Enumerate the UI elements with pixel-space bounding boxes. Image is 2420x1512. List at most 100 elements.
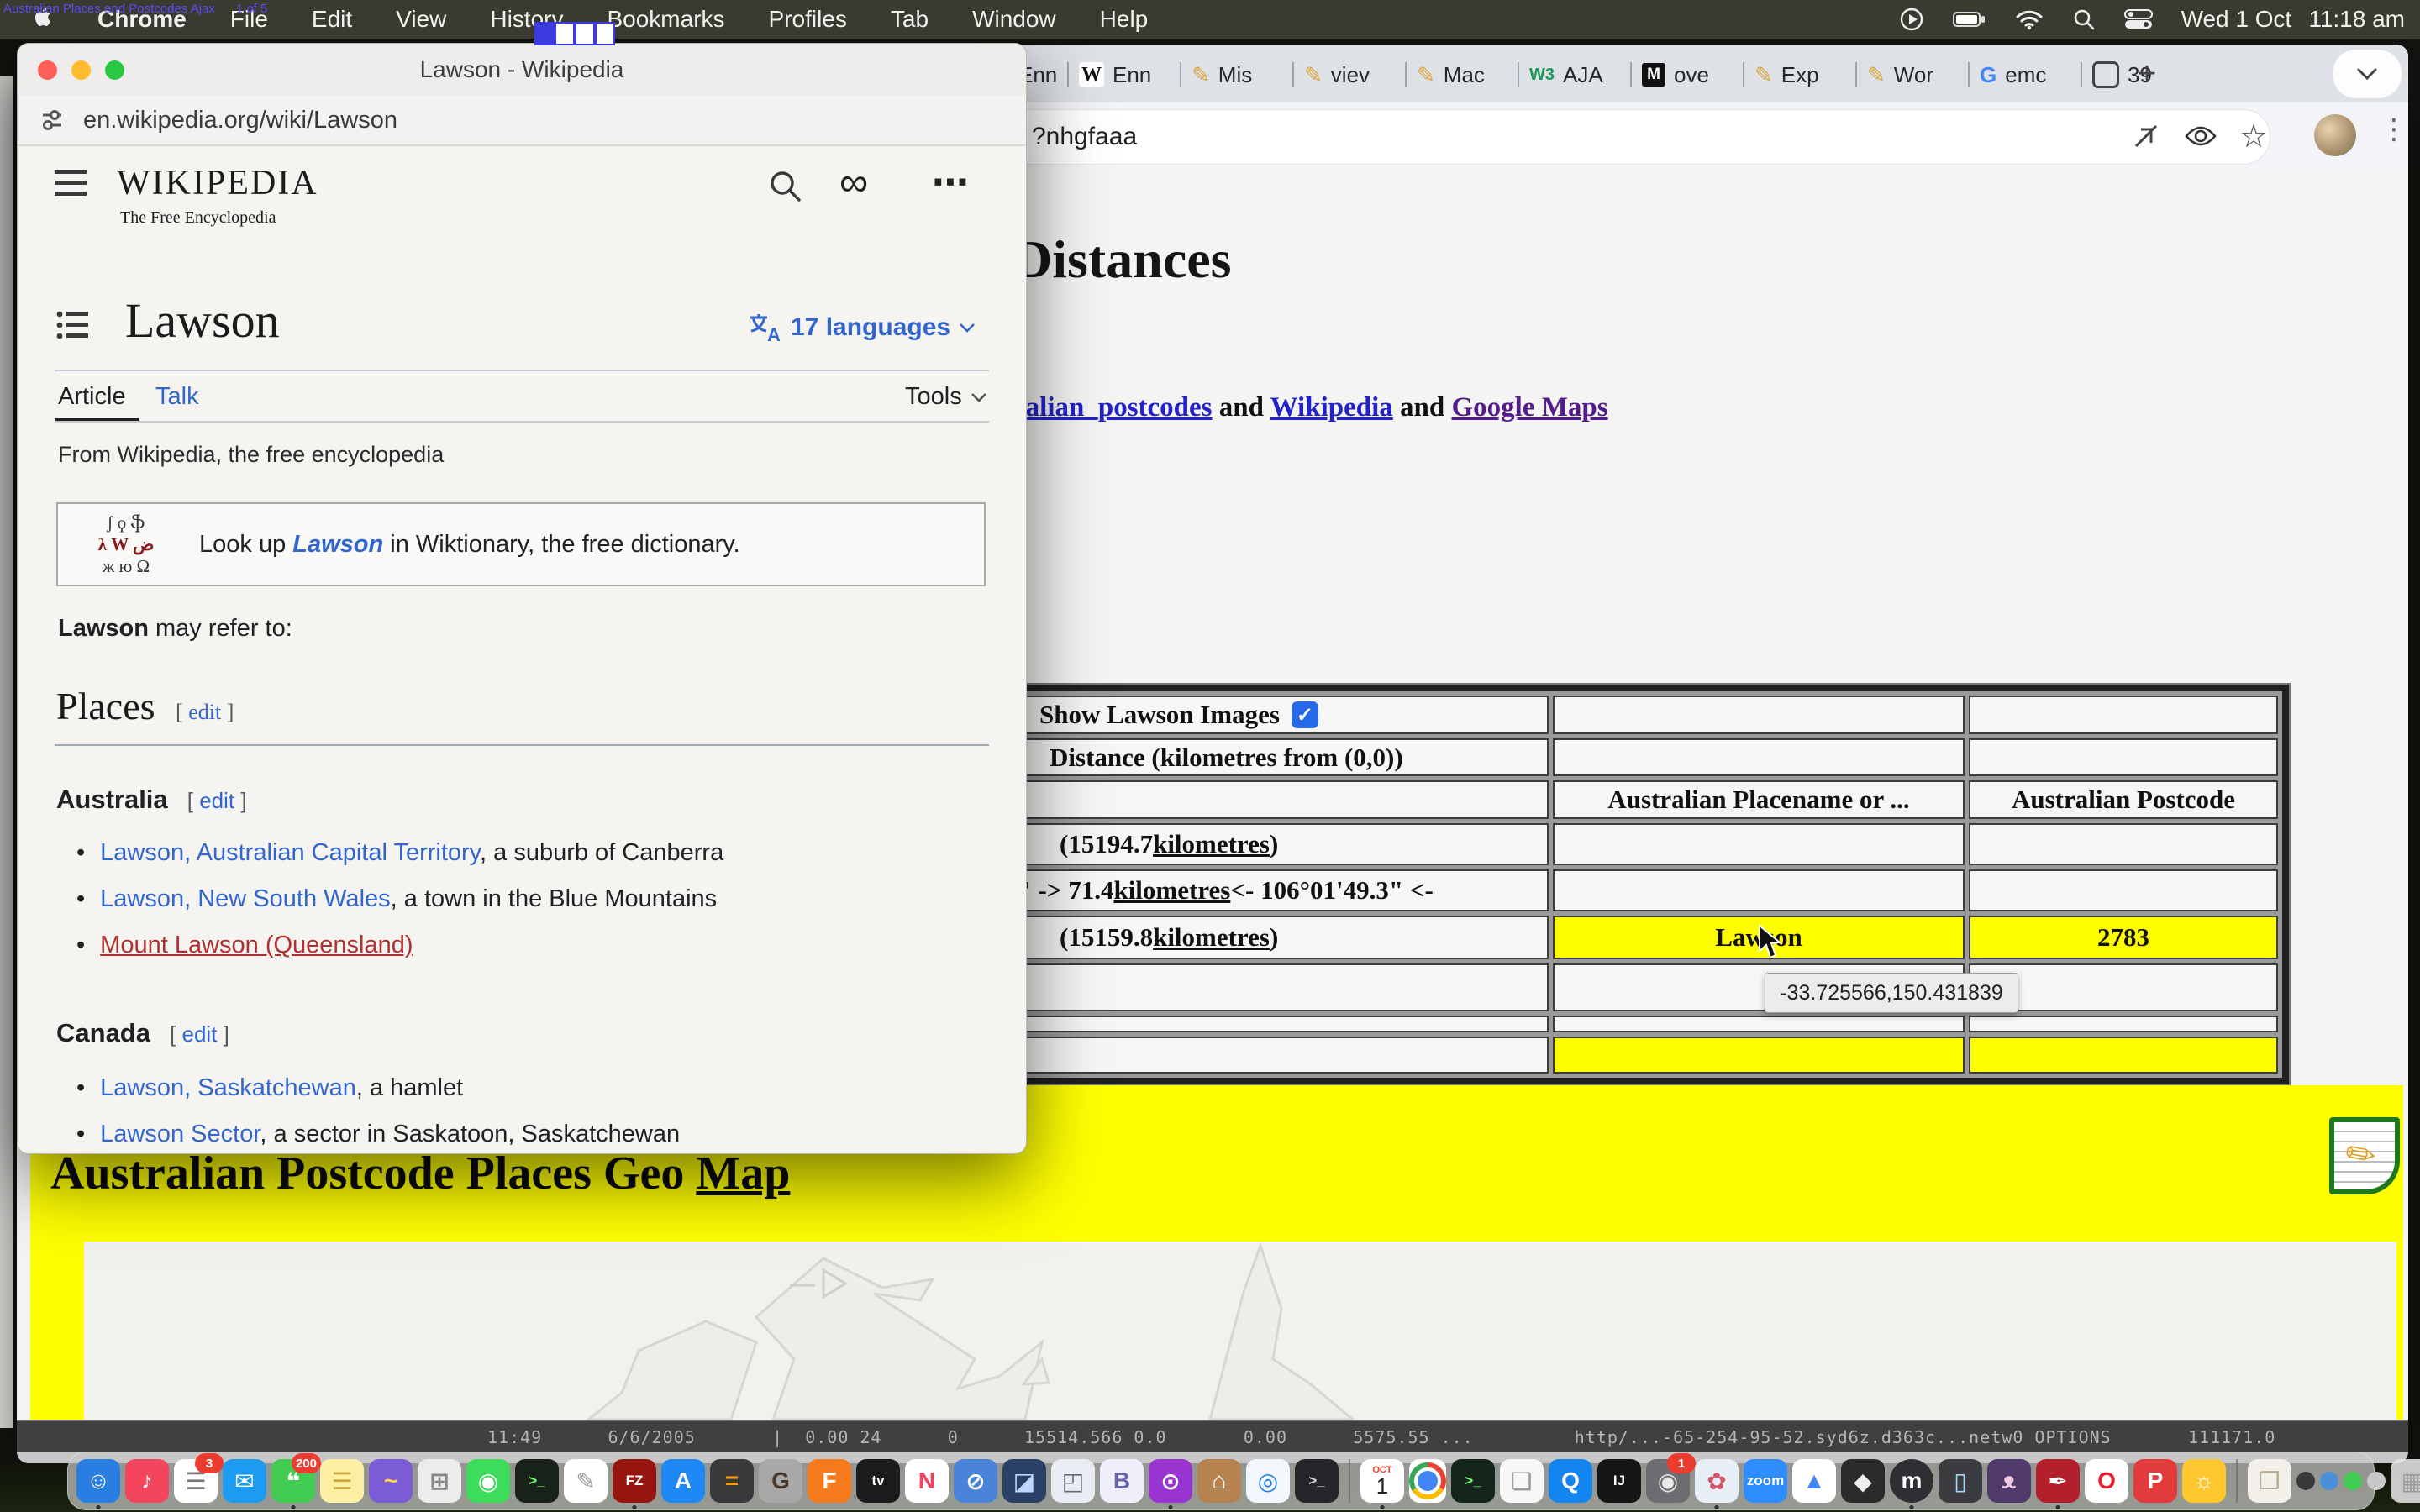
address-bar[interactable]: [966, 109, 2270, 165]
wifi-icon[interactable]: [2015, 8, 2044, 30]
dock-item-chrome[interactable]: [1409, 1459, 1446, 1503]
browser-tab-wor[interactable]: ✎Wor: [1857, 52, 1968, 97]
control-center-icon[interactable]: [2124, 9, 2153, 29]
menubar-menu-window[interactable]: Window: [972, 6, 1056, 33]
geo-map-canvas[interactable]: [84, 1242, 2396, 1420]
profile-avatar[interactable]: [2314, 114, 2356, 156]
kilometres-link[interactable]: kilometres: [1153, 829, 1270, 859]
browser-tab-enn[interactable]: WEnn: [1069, 52, 1180, 97]
dock-item-iphone-mirroring[interactable]: ▯: [1939, 1459, 1982, 1503]
dock-item-gimp[interactable]: G: [759, 1459, 802, 1503]
battery-icon[interactable]: [1953, 11, 1986, 28]
dock-item-podcasts[interactable]: ⊙: [1149, 1459, 1192, 1503]
dock-item-launchpad[interactable]: ⊞: [418, 1459, 461, 1503]
chrome-menu-icon[interactable]: ⋮: [2380, 113, 2408, 146]
extension-disabled-icon[interactable]: [2128, 118, 2165, 155]
screen-mirroring-icon[interactable]: [1899, 7, 1924, 32]
menubar-date[interactable]: Wed 1 Oct: [2181, 6, 2292, 33]
dock-item-downloads-folder[interactable]: ❒: [2248, 1459, 2291, 1503]
browser-tab-ove[interactable]: Move: [1632, 52, 1743, 97]
dock-item-mini-window-3[interactable]: [2344, 1472, 2362, 1490]
dock-item-mini-window-2[interactable]: [2320, 1472, 2338, 1490]
popup-titlebar[interactable]: Lawson - Wikipedia: [18, 44, 1026, 97]
menubar-menu-edit[interactable]: Edit: [312, 6, 352, 33]
more-options-icon[interactable]: ⋯: [932, 161, 969, 204]
tab-article[interactable]: Article: [58, 383, 126, 411]
article-link-mount-lawson-queensland-[interactable]: Mount Lawson (Queensland): [100, 932, 413, 958]
tools-menu[interactable]: Tools: [905, 383, 987, 411]
dock-item-mattermost[interactable]: m: [1890, 1459, 1933, 1503]
new-tab-button[interactable]: +: [2138, 61, 2156, 87]
dock-item-facetime[interactable]: ◉: [466, 1459, 510, 1503]
dock-item-safari[interactable]: ◎: [1246, 1459, 1290, 1503]
table-of-contents-icon[interactable]: [56, 309, 90, 345]
article-link-lawson-new-south-wales[interactable]: Lawson, New South Wales: [100, 885, 390, 912]
dock-item-files-brown[interactable]: ⌂: [1197, 1459, 1241, 1503]
dock-item-media-wave[interactable]: ~: [369, 1459, 413, 1503]
dock-item-notes[interactable]: ☰: [320, 1459, 364, 1503]
dock-item-intellij[interactable]: IJ: [1597, 1459, 1641, 1503]
dock-item-quicktime[interactable]: Q: [1549, 1459, 1592, 1503]
wikipedia-wordmark[interactable]: WIKIPEDIA: [117, 163, 318, 203]
edit-australia-link[interactable]: edit: [199, 788, 234, 813]
menubar-menu-bookmarks[interactable]: Bookmarks: [607, 6, 724, 33]
article-link-lawson-sector[interactable]: Lawson Sector: [100, 1121, 260, 1147]
dock-item-app-store[interactable]: A: [661, 1459, 705, 1503]
dock-item-messages[interactable]: ❝200: [271, 1459, 315, 1503]
dock-item-textedit[interactable]: ✎: [564, 1459, 608, 1503]
minimize-window-button[interactable]: [71, 60, 91, 80]
dock-item-photos-dark[interactable]: ◪: [1002, 1459, 1046, 1503]
dock-item-terminal-dark[interactable]: >_: [1295, 1459, 1339, 1503]
edit-places-link[interactable]: edit: [188, 700, 221, 724]
dock-item-maps[interactable]: ▲: [1792, 1459, 1836, 1503]
wiktionary-lawson-link[interactable]: Lawson: [292, 531, 383, 558]
kilometres-link[interactable]: kilometres: [1113, 875, 1230, 906]
infinity-icon[interactable]: ∞: [839, 160, 868, 206]
dock-item-paint-palette[interactable]: ✿: [1695, 1459, 1739, 1503]
article-link-lawson-australian-capital-territory[interactable]: Lawson, Australian Capital Territory: [100, 839, 480, 866]
browser-tab-mis[interactable]: ✎Mis: [1181, 52, 1292, 97]
dock-item-dictionary-red[interactable]: ✒: [2036, 1459, 2080, 1503]
dock-item-opera[interactable]: O: [2085, 1459, 2128, 1503]
dock-item-mini-window-4[interactable]: [2367, 1472, 2386, 1490]
dock-item-filezilla[interactable]: FZ: [613, 1459, 656, 1503]
dock-item-bbedit[interactable]: B: [1100, 1459, 1144, 1503]
kilometres-link[interactable]: kilometres: [1153, 922, 1270, 953]
tab-overflow-button[interactable]: [2333, 50, 2402, 98]
menubar-menu-help[interactable]: Help: [1100, 6, 1149, 33]
dock-item-no-sign[interactable]: ⊘: [954, 1459, 997, 1503]
show-images-checkbox[interactable]: ✓: [1292, 701, 1318, 728]
zoom-window-button[interactable]: [105, 60, 124, 80]
map-link[interactable]: Map: [696, 1147, 790, 1200]
site-settings-icon[interactable]: [39, 108, 65, 133]
page-link-google-maps[interactable]: Google Maps: [1451, 392, 1607, 423]
menubar-menu-profiles[interactable]: Profiles: [769, 6, 847, 33]
browser-tab-mac[interactable]: ✎Mac: [1407, 52, 1518, 97]
article-link-lawson-saskatchewan[interactable]: Lawson, Saskatchewan: [100, 1074, 356, 1101]
dock-item-firefox[interactable]: F: [808, 1459, 851, 1503]
postcode-value-cell[interactable]: 2783: [1969, 916, 2278, 959]
main-menu-icon[interactable]: [55, 170, 87, 202]
languages-selector[interactable]: A 17 languages: [749, 312, 976, 343]
dock-item-music[interactable]: ♪: [125, 1459, 169, 1503]
dock-item-inkscape[interactable]: ◆: [1841, 1459, 1885, 1503]
dock-item-camera[interactable]: ◉1: [1646, 1459, 1690, 1503]
search-icon[interactable]: [767, 168, 802, 207]
page-link-wikipedia[interactable]: Wikipedia: [1270, 392, 1393, 423]
dock-item-finder[interactable]: ☺: [76, 1459, 120, 1503]
bookmark-star-icon[interactable]: ☆: [2235, 118, 2272, 155]
reading-mode-eye-icon[interactable]: [2182, 118, 2219, 155]
dock-item-mail[interactable]: ✉: [223, 1459, 266, 1503]
dock-item-photos-lock[interactable]: P: [2133, 1459, 2177, 1503]
dock-item-cat-app[interactable]: ᴥ: [1987, 1459, 2031, 1503]
dock-item-keynote-bulb[interactable]: ☼: [2182, 1459, 2226, 1503]
dock-item-reminders[interactable]: ☰3: [174, 1459, 218, 1503]
browser-tab-aja[interactable]: W3AJA: [1519, 52, 1630, 97]
dock-item-document[interactable]: ❏: [1500, 1459, 1544, 1503]
browser-tab-exp[interactable]: ✎Exp: [1744, 52, 1855, 97]
browser-tab-39[interactable]: 39: [2082, 52, 2190, 97]
dock-item-screenshot[interactable]: ◰: [1051, 1459, 1095, 1503]
browser-tab-emc[interactable]: Gemc: [1970, 52, 2081, 97]
menubar-menu-tab[interactable]: Tab: [891, 6, 929, 33]
browser-tab-viev[interactable]: ✎viev: [1294, 52, 1405, 97]
